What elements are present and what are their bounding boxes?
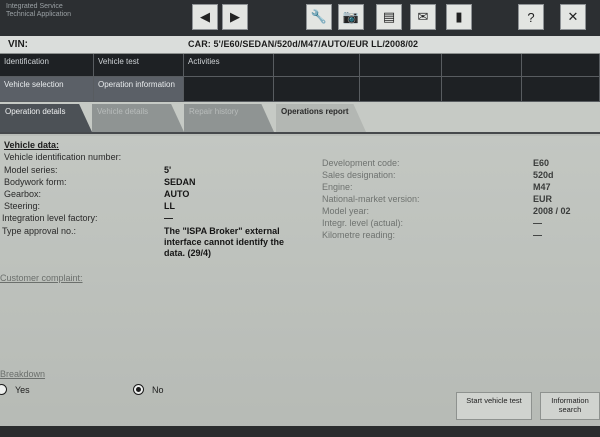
breakdown-label: Breakdown: [0, 369, 46, 379]
screen-bottom-bezel: [0, 426, 600, 437]
tab-operations-report[interactable]: Operations report: [276, 104, 366, 132]
print-icon[interactable]: ▤: [376, 4, 402, 30]
type-approval-value: The "ISPA Broker" external interface can…: [164, 226, 285, 258]
gearbox-label: Gearbox:: [4, 189, 42, 199]
bodywork-form-value: SEDAN: [164, 177, 196, 187]
start-vehicle-test-button[interactable]: Start vehicle test: [456, 392, 532, 420]
close-icon[interactable]: ✕: [560, 4, 586, 30]
information-search-button[interactable]: Information search: [540, 392, 600, 420]
engine-value: M47: [533, 182, 551, 192]
integration-level-actual-label: Integr. level (actual):: [322, 218, 404, 228]
menu-empty-5: [184, 77, 274, 102]
vehicle-header: VIN: CAR: 5'/E60/SEDAN/520d/M47/AUTO/EUR…: [0, 36, 600, 54]
menu-empty-4: [522, 54, 600, 77]
menu-empty-9: [522, 77, 600, 102]
national-market-label: National-market version:: [322, 194, 420, 204]
menu-identification[interactable]: Identification: [0, 54, 94, 77]
breakdown-no-radio[interactable]: No: [133, 384, 164, 395]
car-label: CAR: 5'/E60/SEDAN/520d/M47/AUTO/EUR LL/2…: [188, 39, 419, 49]
model-series-value: 5': [164, 165, 172, 175]
sales-designation-label: Sales designation:: [322, 170, 396, 180]
menu-empty-6: [274, 77, 360, 102]
back-arrow-icon[interactable]: ◀: [192, 4, 218, 30]
menu-operation-information[interactable]: Operation information: [94, 77, 184, 102]
integration-level-factory-label: Integration level factory:: [2, 213, 98, 223]
menu-empty-7: [360, 77, 442, 102]
app-title: Integrated Service Technical Application: [6, 3, 71, 18]
vehicle-data-heading: Vehicle data:: [4, 140, 60, 150]
menu-activities[interactable]: Activities: [184, 54, 274, 77]
breakdown-yes-radio[interactable]: Yes: [0, 384, 30, 395]
vin-field-label: Vehicle identification number:: [4, 152, 122, 162]
help-icon[interactable]: ?: [518, 4, 544, 30]
tab-vehicle-details[interactable]: Vehicle details: [92, 104, 184, 132]
steering-value: LL: [164, 201, 175, 211]
model-year-value: 2008 / 02: [533, 206, 571, 216]
integration-level-factory-value: —: [164, 213, 173, 223]
detail-tabs: Operation details Vehicle details Repair…: [0, 102, 600, 134]
steering-label: Steering:: [4, 201, 41, 211]
tab-repair-history[interactable]: Repair history: [184, 104, 274, 132]
bodywork-form-label: Bodywork form:: [4, 177, 67, 187]
engine-label: Engine:: [322, 182, 353, 192]
gearbox-value: AUTO: [164, 189, 190, 199]
model-series-label: Model series:: [4, 165, 58, 175]
menu-empty-2: [360, 54, 442, 77]
development-code-value: E60: [533, 158, 550, 168]
battery-icon[interactable]: ▮: [446, 4, 472, 30]
tab-operation-details[interactable]: Operation details: [0, 104, 92, 132]
email-icon[interactable]: ✉: [410, 4, 436, 30]
menu-empty-1: [274, 54, 360, 77]
wrench-icon[interactable]: 🔧: [306, 4, 332, 30]
menu-empty-3: [442, 54, 522, 77]
radio-selected-icon[interactable]: [133, 384, 144, 395]
toolbar: ◀ ▶ 🔧 📷 ▤ ✉ ▮ ? ✕: [150, 4, 600, 34]
integration-level-actual-value: —: [533, 218, 542, 228]
breakdown-no-label: No: [152, 384, 164, 395]
development-code-label: Development code:: [322, 158, 400, 168]
national-market-value: EUR: [533, 194, 553, 204]
forward-arrow-icon[interactable]: ▶: [222, 4, 248, 30]
menu-empty-8: [442, 77, 522, 102]
menu-vehicle-selection[interactable]: Vehicle selection: [0, 77, 94, 102]
camera-icon[interactable]: 📷: [338, 4, 364, 30]
title-bar: Integrated Service Technical Application…: [0, 0, 600, 36]
menu-vehicle-test[interactable]: Vehicle test: [94, 54, 184, 77]
radio-unselected-icon[interactable]: [0, 384, 7, 395]
type-approval-label: Type approval no.:: [2, 226, 77, 236]
vin-label: VIN:: [8, 39, 28, 50]
main-menu: Identification Vehicle test Activities V…: [0, 54, 600, 102]
sales-designation-value: 520d: [533, 170, 554, 180]
breakdown-yes-label: Yes: [15, 384, 30, 395]
customer-complaint-label: Customer complaint:: [0, 273, 83, 283]
kilometre-reading-label: Kilometre reading:: [322, 230, 396, 240]
model-year-label: Model year:: [322, 206, 370, 216]
kilometre-reading-value: —: [533, 230, 542, 240]
